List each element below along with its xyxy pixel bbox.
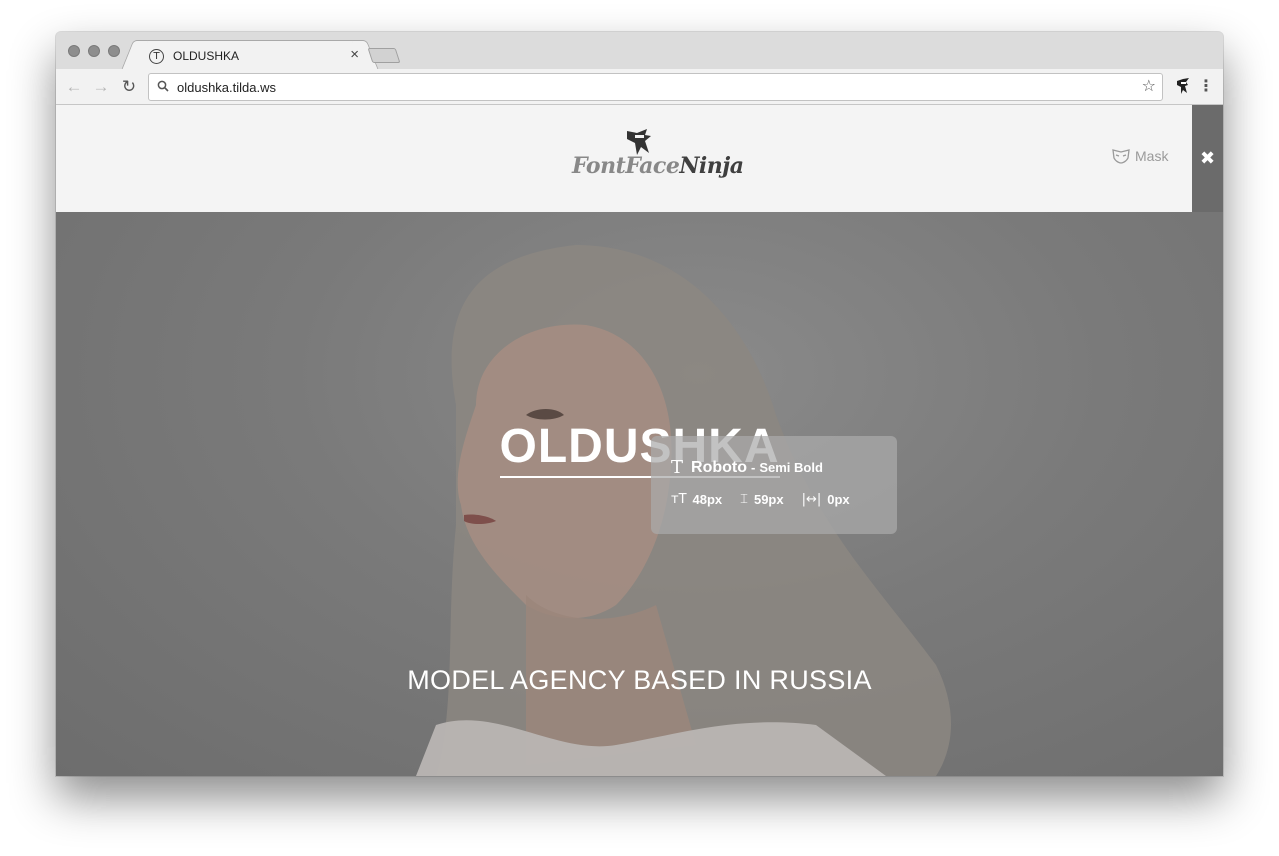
letter-spacing-icon: |↔| bbox=[801, 492, 822, 507]
reload-button[interactable]: ↻ bbox=[117, 75, 141, 99]
kebab-menu-icon[interactable]: ⋮ bbox=[1198, 75, 1214, 99]
fontface-ninja-logo: FontFaceNinja bbox=[572, 153, 744, 179]
font-weight: Semi Bold bbox=[759, 460, 823, 475]
fontface-ninja-bar: FontFaceNinja Mask bbox=[56, 105, 1192, 212]
line-height-value: 59px bbox=[753, 492, 784, 507]
back-button[interactable]: ← bbox=[62, 75, 86, 99]
tooltip-font-row: T Roboto - Semi Bold bbox=[671, 457, 823, 478]
minimize-window-button[interactable] bbox=[88, 45, 100, 57]
new-tab-button[interactable] bbox=[367, 48, 401, 63]
zoom-window-button[interactable] bbox=[108, 45, 120, 57]
browser-toolbar: ← → ↻ oldushka.tilda.ws ☆ ⋮ bbox=[56, 69, 1223, 105]
page-viewport: FontFaceNinja Mask ✖ T Roboto - Semi Bol… bbox=[56, 105, 1223, 776]
forward-button[interactable]: → bbox=[89, 75, 113, 99]
tooltip-metrics-row: ᴛT 48px ⌶ 59px |↔| 0px bbox=[671, 492, 868, 507]
address-bar[interactable]: oldushka.tilda.ws ☆ bbox=[148, 73, 1163, 101]
tilda-favicon-icon: T bbox=[149, 49, 164, 64]
mask-label: Mask bbox=[1135, 148, 1169, 164]
close-extension-button[interactable]: ✖ bbox=[1192, 105, 1223, 212]
logo-text-fontface: FontFace bbox=[572, 153, 680, 179]
font-size-icon: ᴛT bbox=[671, 492, 687, 507]
browser-window: T OLDUSHKA × ← → ↻ oldushka.tilda.ws ☆ ⋮ bbox=[56, 32, 1223, 776]
tab-strip: T OLDUSHKA × bbox=[56, 32, 1223, 70]
tab-oldushka[interactable]: T OLDUSHKA × bbox=[134, 40, 366, 70]
hero-title: OLDUSHKA bbox=[56, 417, 1223, 478]
font-type-icon: T bbox=[671, 457, 684, 478]
hero-subtitle: MODEL AGENCY BASED IN RUSSIA bbox=[407, 665, 872, 695]
search-icon bbox=[157, 80, 169, 92]
font-size-value: 48px bbox=[692, 492, 723, 507]
line-height-icon: ⌶ bbox=[740, 492, 748, 507]
ninja-icon[interactable] bbox=[1174, 75, 1192, 99]
font-name: Roboto bbox=[691, 458, 747, 476]
font-separator: - bbox=[751, 460, 756, 475]
logo-text-ninja: Ninja bbox=[679, 153, 744, 179]
font-info-tooltip: T Roboto - Semi Bold ᴛT 48px ⌶ 59px |↔| … bbox=[651, 436, 897, 534]
star-icon[interactable]: ☆ bbox=[1142, 77, 1156, 97]
tab-title: OLDUSHKA bbox=[173, 49, 240, 63]
tab-close-icon[interactable]: × bbox=[350, 46, 359, 64]
close-window-button[interactable] bbox=[68, 45, 80, 57]
url-text[interactable]: oldushka.tilda.ws bbox=[177, 80, 276, 95]
mask-icon bbox=[1112, 149, 1130, 164]
letter-spacing-value: 0px bbox=[827, 492, 850, 507]
